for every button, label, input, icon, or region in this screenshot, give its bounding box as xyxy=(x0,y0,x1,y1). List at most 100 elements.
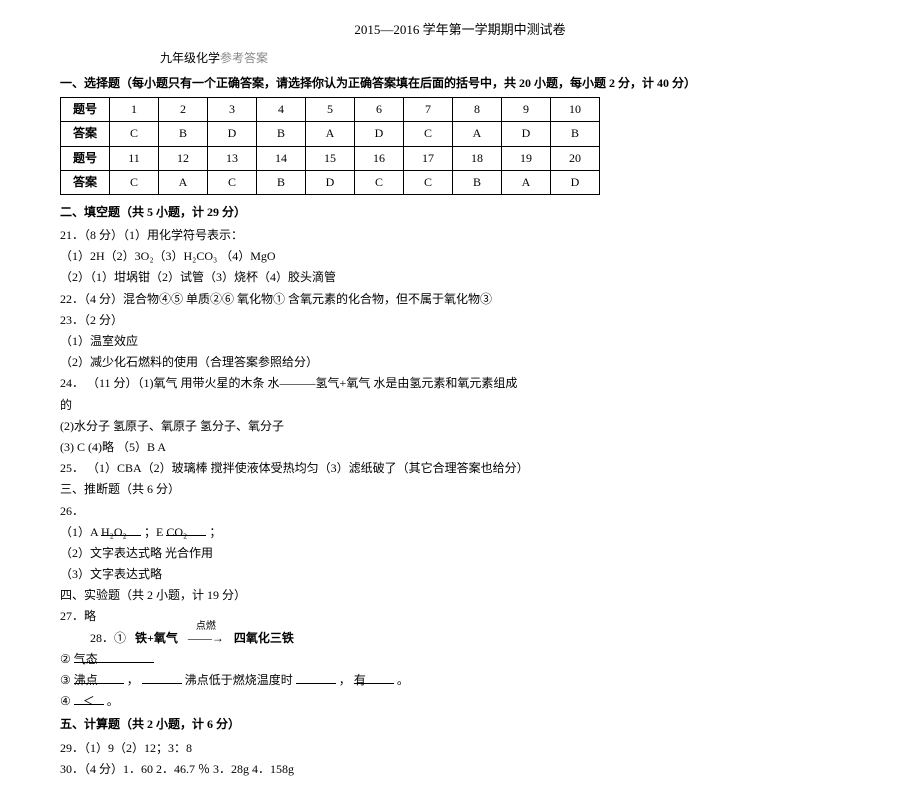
q25: 25． （1）CBA（2）玻璃棒 搅拌使液体受热均匀（3）滤纸破了（其它合理答案… xyxy=(60,459,860,478)
q23-sub1: （1）温室效应 xyxy=(60,332,860,351)
table-cell: 11 xyxy=(110,146,159,170)
table-cell: A xyxy=(306,122,355,146)
table-cell: 16 xyxy=(355,146,404,170)
table-cell: B xyxy=(453,170,502,194)
table-cell: D xyxy=(551,170,600,194)
q28-anno: 点燃 xyxy=(181,619,231,635)
row-label: 答案 xyxy=(61,122,110,146)
table-cell: C xyxy=(404,170,453,194)
table-cell: C xyxy=(110,170,159,194)
q28-sub3-d xyxy=(142,671,182,684)
table-cell: A xyxy=(159,170,208,194)
table-row: 题号 11 12 13 14 15 16 17 18 19 20 xyxy=(61,146,600,170)
table-cell: 18 xyxy=(453,146,502,170)
table-cell: 19 xyxy=(502,146,551,170)
table-cell: C xyxy=(404,122,453,146)
table-cell: 7 xyxy=(404,98,453,122)
table-cell: 15 xyxy=(306,146,355,170)
table-cell: 4 xyxy=(257,98,306,122)
table-cell: C xyxy=(355,170,404,194)
q28-sub3-i: 。 xyxy=(397,673,409,687)
q26-head: 26． xyxy=(60,502,860,521)
table-cell: C xyxy=(110,122,159,146)
table-cell: 5 xyxy=(306,98,355,122)
subject-strong: 九年级化学 xyxy=(160,51,220,65)
answer-table: 题号 1 2 3 4 5 6 7 8 9 10 答案 C B D B A D C… xyxy=(60,97,600,195)
table-cell: D xyxy=(355,122,404,146)
table-cell: D xyxy=(502,122,551,146)
q24-sub3: (3) C (4)略 （5）B A xyxy=(60,438,860,457)
q28-sub4-b: ＜ xyxy=(74,692,104,705)
q21-head: 21．（8 分）（1）用化学符号表示： xyxy=(60,226,860,245)
q28-sub3: ③ 沸点 ， 沸点低于燃烧温度时 ， 有 。 xyxy=(60,671,860,690)
q26-sub1-co2: CO₂ xyxy=(166,523,206,536)
table-cell: B xyxy=(257,122,306,146)
q28-sub3-h: 有 xyxy=(354,671,394,684)
table-cell: 12 xyxy=(159,146,208,170)
q26-sub2: （2）文字表达式略 光合作用 xyxy=(60,544,860,563)
q28-sub3-f xyxy=(296,671,336,684)
q28-sub3-c: ， xyxy=(127,673,139,687)
q26-sub1-a: （1）A xyxy=(60,525,98,539)
q29: 29．（1）9（2）12；3：8 xyxy=(60,739,860,758)
section3-head: 三、推断题（共 6 分） xyxy=(60,480,860,499)
q28-sub4: ④ ＜ 。 xyxy=(60,692,860,711)
q28-sub4-c: 。 xyxy=(107,694,119,708)
table-cell: 9 xyxy=(502,98,551,122)
q28-sub3-e: 沸点低于燃烧温度时 xyxy=(185,673,293,687)
q22: 22．（4 分）混合物④⑤ 单质②⑥ 氧化物① 含氧元素的化合物，但不属于氧化物… xyxy=(60,290,860,309)
table-cell: B xyxy=(159,122,208,146)
table-cell: 3 xyxy=(208,98,257,122)
table-cell: A xyxy=(502,170,551,194)
q28-sub2: ② 气态 xyxy=(60,650,860,669)
section4-head: 四、实验题（共 2 小题，计 19 分） xyxy=(60,586,860,605)
table-row: 答案 C A C B D C C B A D xyxy=(61,170,600,194)
table-cell: 10 xyxy=(551,98,600,122)
table-cell: D xyxy=(208,122,257,146)
q28-sub2-pre: ② xyxy=(60,652,71,666)
q23-sub2: （2）减少化石燃料的使用（合理答案参照给分） xyxy=(60,353,860,372)
q24-sub2: (2)水分子 氢原子、氧原子 氢分子、氧分子 xyxy=(60,417,860,436)
section5-head: 五、计算题（共 2 小题，计 6 分） xyxy=(60,715,860,734)
table-cell: 14 xyxy=(257,146,306,170)
row-label: 题号 xyxy=(61,98,110,122)
q30: 30．（4 分）1．60 2．46.7 ％ 3．28g 4．158g xyxy=(60,760,860,779)
q28-sub2-val: 气态 xyxy=(74,650,154,663)
table-cell: 8 xyxy=(453,98,502,122)
q28-sub3-g: ， xyxy=(339,673,351,687)
page-title: 2015—2016 学年第一学期期中测试卷 xyxy=(60,20,860,41)
section1-head: 一、选择题（每小题只有一个正确答案，请选择你认为正确答案填在后面的括号中，共 2… xyxy=(60,74,860,93)
table-cell: B xyxy=(551,122,600,146)
q24-head: 24． （11 分）（1)氧气 用带火星的木条 水———氢气+氧气 水是由氢元素… xyxy=(60,374,860,393)
table-row: 题号 1 2 3 4 5 6 7 8 9 10 xyxy=(61,98,600,122)
q21-sub2: （2）（1）坩埚钳（2）试管（3）烧杯（4）胶头滴管 xyxy=(60,268,860,287)
q26-sub1-mid: ；E xyxy=(144,525,163,539)
q21-sub1: （1）2H（2）3O₂（3）H₂CO₃ （4）MgO xyxy=(60,247,860,266)
q26-sub1: （1）A H₂O₂ ；E CO₂ ； xyxy=(60,523,860,542)
table-cell: 2 xyxy=(159,98,208,122)
section2-head: 二、填空题（共 5 小题，计 29 分） xyxy=(60,203,860,222)
row-label: 答案 xyxy=(61,170,110,194)
q26-sub1-end: ； xyxy=(209,525,221,539)
table-cell: C xyxy=(208,170,257,194)
q23-head: 23．（2 分） xyxy=(60,311,860,330)
q28-sub4-a: ④ xyxy=(60,694,71,708)
q26-sub3: （3）文字表达式略 xyxy=(60,565,860,584)
table-cell: 13 xyxy=(208,146,257,170)
row-label: 题号 xyxy=(61,146,110,170)
table-cell: 6 xyxy=(355,98,404,122)
table-cell: 17 xyxy=(404,146,453,170)
table-cell: A xyxy=(453,122,502,146)
table-cell: D xyxy=(306,170,355,194)
subject-line: 九年级化学参考答案 xyxy=(160,49,860,68)
q28-head: 28．① 铁+氧气 点燃 ——→ 四氧化三铁 xyxy=(90,629,860,648)
table-cell: 20 xyxy=(551,146,600,170)
q28-sub3-a: ③ xyxy=(60,673,71,687)
subject-gray: 参考答案 xyxy=(220,51,268,65)
q26-sub1-h2o: H₂O₂ xyxy=(101,523,141,536)
table-cell: B xyxy=(257,170,306,194)
table-row: 答案 C B D B A D C A D B xyxy=(61,122,600,146)
table-cell: 1 xyxy=(110,98,159,122)
q28-sub3-b: 沸点 xyxy=(74,671,124,684)
q24-tail: 的 xyxy=(60,396,860,415)
